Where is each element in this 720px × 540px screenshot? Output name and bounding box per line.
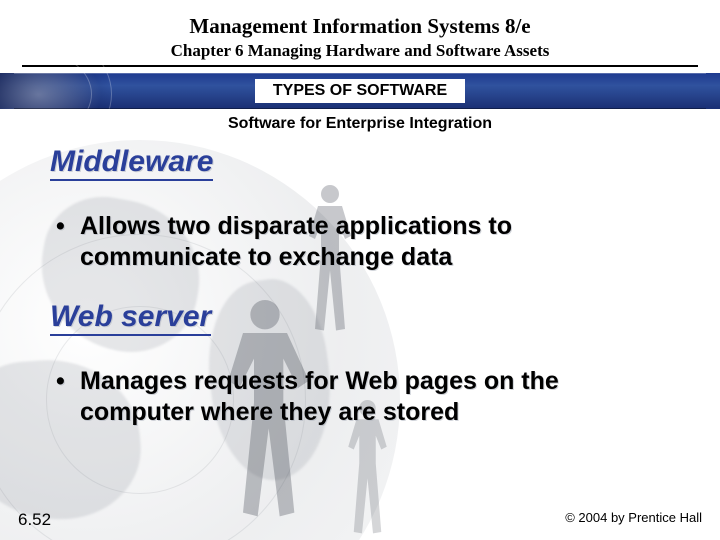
- book-title: Management Information Systems 8/e: [0, 14, 720, 39]
- page-number: 6.52: [18, 510, 51, 530]
- section-band: TYPES OF SOFTWARE: [0, 73, 720, 109]
- bullet-item: Allows two disparate applications to com…: [50, 211, 670, 272]
- band-globe-accent: [0, 73, 110, 109]
- slide-header: Management Information Systems 8/e Chapt…: [0, 0, 720, 61]
- slide-footer: 6.52 © 2004 by Prentice Hall: [0, 510, 720, 530]
- term-web-server: Web server: [50, 300, 211, 336]
- term-middleware: Middleware: [50, 145, 213, 181]
- slide-body: Middleware Allows two disparate applicat…: [0, 133, 720, 427]
- bullet-item: Manages requests for Web pages on the co…: [50, 366, 670, 427]
- slide-subheading: Software for Enterprise Integration: [0, 115, 720, 133]
- section-band-label: TYPES OF SOFTWARE: [255, 79, 465, 103]
- copyright: © 2004 by Prentice Hall: [565, 510, 702, 530]
- chapter-title: Chapter 6 Managing Hardware and Software…: [0, 41, 720, 61]
